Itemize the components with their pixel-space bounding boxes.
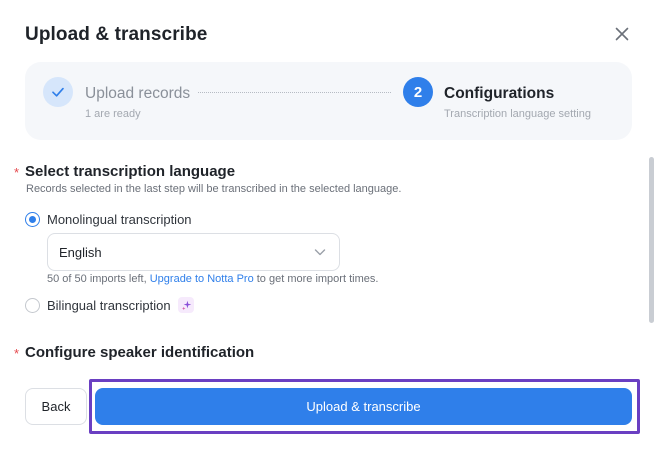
monolingual-radio-label[interactable]: Monolingual transcription: [47, 212, 192, 227]
upload-transcribe-button[interactable]: Upload & transcribe: [95, 388, 632, 425]
scrollbar-thumb[interactable]: [649, 157, 654, 323]
required-mark: *: [14, 346, 20, 361]
step-1-label: Upload records: [85, 85, 191, 102]
speaker-section-title: Configure speaker identification: [25, 344, 255, 361]
premium-badge: [178, 297, 194, 313]
stepper: Upload records 1 are ready 2 Configurati…: [25, 62, 632, 140]
close-button[interactable]: [610, 22, 634, 46]
check-icon: [52, 87, 64, 97]
step-connector: [198, 92, 391, 93]
import-quota-text: 50 of 50 imports left, Upgrade to Notta …: [47, 273, 378, 285]
step-2-label: Configurations: [444, 85, 555, 102]
import-quota-suffix: to get more import times.: [256, 273, 379, 285]
language-section-description: Records selected in the last step will b…: [26, 183, 402, 195]
radio-selected-dot: [29, 216, 36, 223]
step-2-description: Transcription language setting: [444, 108, 591, 120]
bilingual-radio-label[interactable]: Bilingual transcription: [47, 298, 171, 313]
language-select-value: English: [59, 245, 102, 260]
dialog-title: Upload & transcribe: [25, 24, 208, 45]
sparkle-icon: [181, 300, 191, 310]
back-button[interactable]: Back: [25, 388, 87, 425]
step-1-done-circle: [43, 77, 73, 107]
upload-transcribe-dialog: Upload & transcribe Upload records 1 are…: [0, 0, 658, 450]
upgrade-link[interactable]: Upgrade to Notta Pro: [150, 273, 254, 285]
import-quota-count: 50 of 50 imports left,: [47, 273, 147, 285]
chevron-down-icon: [314, 249, 326, 256]
step-1-status: 1 are ready: [85, 108, 141, 120]
step-2-active-circle: 2: [403, 77, 433, 107]
monolingual-radio[interactable]: [25, 212, 40, 227]
bilingual-radio[interactable]: [25, 298, 40, 313]
language-select[interactable]: English: [47, 233, 340, 271]
language-section-title: Select transcription language: [25, 163, 236, 180]
required-mark: *: [14, 165, 20, 180]
close-icon: [615, 27, 629, 41]
